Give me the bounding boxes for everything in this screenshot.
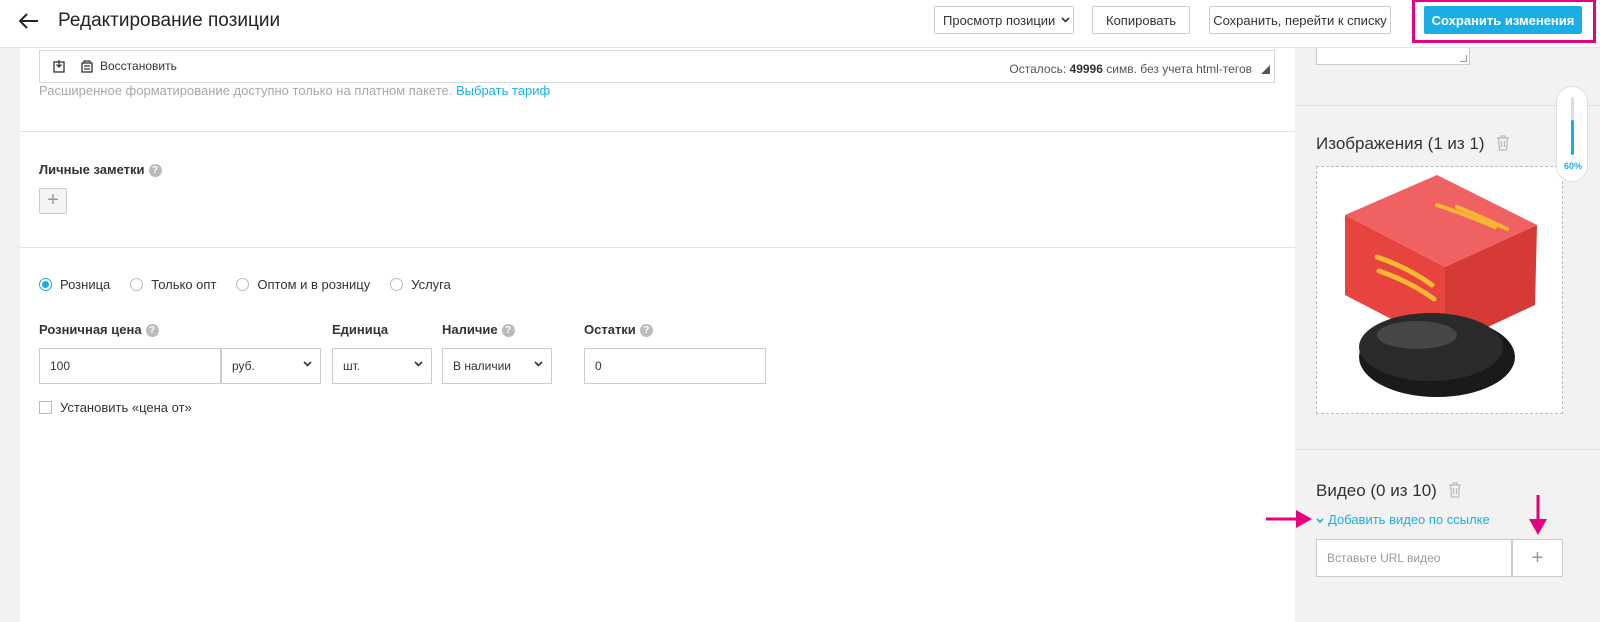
radio-wholesale-only[interactable]: Только опт [130,277,216,292]
restore-icon[interactable] [80,59,94,73]
sidebar-divider [1296,105,1600,106]
save-draft-icon[interactable] [52,59,66,73]
help-icon[interactable]: ? [501,324,515,338]
chevron-down-icon [414,361,423,367]
product-image[interactable] [1316,166,1563,414]
availability-select[interactable]: В наличии [442,348,552,384]
resize-handle-icon[interactable] [1261,65,1270,74]
sale-type-radio-group: Розница Только опт Оптом и в розницу Усл… [39,277,451,292]
view-position-select[interactable]: Просмотр позиции [934,6,1074,34]
top-bar: Редактирование позиции Просмотр позиции … [0,0,1600,48]
trash-icon[interactable] [1448,482,1462,498]
personal-notes-text: Личные заметки [39,162,145,177]
zoom-track [1571,97,1574,155]
pointer-arrow-down-icon [1529,495,1547,535]
help-icon[interactable]: ? [148,164,162,178]
add-video-label: Добавить видео по ссылке [1328,512,1490,527]
video-url-input[interactable] [1316,539,1512,577]
stock-value: 0 [595,359,602,373]
choose-plan-link[interactable]: Выбрать тариф [456,83,550,98]
currency-value: руб. [232,359,255,373]
retail-price-label: Розничная цена? [39,322,159,338]
price-from-label: Установить «цена от» [60,400,192,415]
stock-input[interactable]: 0 [584,348,766,384]
product-photo-icon [1345,175,1537,397]
currency-select[interactable]: руб. [221,348,321,384]
retail-price-text: Розничная цена [39,322,142,337]
zoom-slider[interactable]: 60% [1556,86,1588,182]
radio-label: Услуга [411,277,451,292]
price-from-checkbox[interactable]: Установить «цена от» [39,400,192,415]
radio-wholesale-and-retail[interactable]: Оптом и в розницу [236,277,370,292]
radio-dot [390,278,404,291]
view-position-label: Просмотр позиции [943,12,1056,28]
add-video-link[interactable]: Добавить видео по ссылке [1316,512,1490,527]
formatting-note-text: Расширенное форматирование доступно толь… [39,83,453,98]
section-divider [20,247,1295,248]
radio-service[interactable]: Услуга [390,277,451,292]
personal-notes-label: Личные заметки? [39,162,162,178]
help-icon[interactable]: ? [145,324,159,338]
add-note-button[interactable]: + [39,188,67,214]
radio-dot [130,278,144,291]
radio-label: Оптом и в розницу [257,277,371,292]
availability-text: Наличие [442,322,498,337]
chars-remaining: Осталось: 49996 симв. без учета html-тег… [1009,62,1252,76]
radio-label: Розница [60,277,111,292]
editor-footer-bar: Восстановить Осталось: 49996 симв. без у… [39,50,1275,83]
radio-dot-selected [39,278,52,291]
retail-price-input[interactable]: 100 [39,348,221,384]
trash-icon[interactable] [1496,135,1510,151]
unit-value: шт. [343,359,361,373]
video-title: Видео (0 из 10) [1316,481,1437,500]
checkbox-box [39,401,52,414]
sidebar-divider [1296,449,1600,450]
zoom-label: 60% [1563,161,1582,171]
remaining-prefix: Осталось: [1009,62,1067,76]
chevron-down-icon [534,361,543,367]
radio-retail[interactable]: Розница [39,277,110,292]
stock-label: Остатки? [584,322,653,338]
add-video-button[interactable]: + [1512,539,1563,577]
page-title: Редактирование позиции [58,10,281,31]
save-changes-button[interactable]: Сохранить изменения [1424,6,1582,34]
unit-select[interactable]: шт. [332,348,432,384]
images-title: Изображения (1 из 1) [1316,134,1485,153]
remaining-suffix: симв. без учета html-тегов [1106,62,1252,76]
back-arrow-icon[interactable] [16,8,42,34]
save-and-go-to-list-button[interactable]: Сохранить, перейти к списку [1209,6,1391,34]
formatting-note: Расширенное форматирование доступно толь… [39,83,550,98]
radio-dot [236,278,250,291]
availability-value: В наличии [453,359,512,373]
section-divider [20,131,1295,132]
help-icon[interactable]: ? [639,324,653,338]
unit-label: Единица [332,322,389,337]
copy-button[interactable]: Копировать [1092,6,1190,34]
retail-price-value: 100 [50,359,71,373]
stock-text: Остатки [584,322,636,337]
chevron-down-icon [1061,17,1070,23]
chevron-down-icon [303,361,312,367]
pointer-arrow-right-icon [1266,510,1312,528]
availability-label: Наличие? [442,322,515,338]
chevron-down-icon [1316,517,1324,523]
remaining-count: 49996 [1069,62,1103,76]
restore-label[interactable]: Восстановить [100,59,177,73]
main-content: Восстановить Осталось: 49996 симв. без у… [20,48,1295,622]
description-textarea[interactable] [1316,48,1470,65]
zoom-fill [1571,120,1574,155]
radio-label: Только опт [151,277,217,292]
